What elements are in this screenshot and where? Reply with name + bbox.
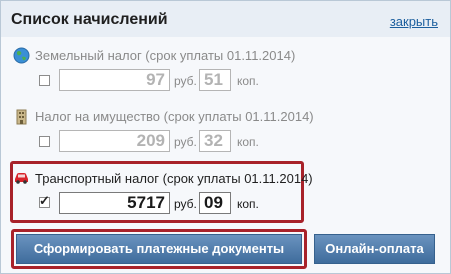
checkbox-property[interactable] <box>39 136 50 147</box>
kop-unit-property: коп. <box>237 135 259 149</box>
amount-rub-land[interactable]: 97 <box>59 69 170 91</box>
amount-rub-property[interactable]: 209 <box>59 130 170 152</box>
panel-title: Список начислений <box>11 11 168 28</box>
car-icon <box>13 169 30 186</box>
amount-rub-transport[interactable]: 5717 <box>59 192 170 214</box>
tax-label-land: Земельный налог (срок уплаты 01.11.2014) <box>35 48 296 63</box>
kop-unit-transport: коп. <box>237 197 259 211</box>
rub-unit-land: руб. <box>174 74 197 88</box>
amount-kop-land[interactable]: 51 <box>199 69 231 91</box>
building-icon <box>13 108 30 125</box>
amount-kop-transport[interactable]: 09 <box>199 192 231 214</box>
charges-panel: Список начислений закрыть Земельный нало… <box>0 0 451 274</box>
rub-unit-property: руб. <box>174 135 197 149</box>
checkbox-transport[interactable] <box>39 193 50 209</box>
tax-label-property: Налог на имущество (срок уплаты 01.11.20… <box>35 109 314 124</box>
kop-unit-land: коп. <box>237 74 259 88</box>
checkbox-land[interactable] <box>39 75 50 86</box>
panel-header: Список начислений закрыть <box>1 1 450 37</box>
online-payment-button[interactable]: Онлайн-оплата <box>314 234 435 264</box>
amount-kop-property[interactable]: 32 <box>199 130 231 152</box>
generate-documents-button[interactable]: Сформировать платежные документы <box>16 234 302 264</box>
tax-label-transport: Транспортный налог (срок уплаты 01.11.20… <box>35 171 313 186</box>
globe-icon <box>13 47 30 64</box>
rub-unit-transport: руб. <box>174 197 197 211</box>
close-link[interactable]: закрыть <box>390 14 438 29</box>
